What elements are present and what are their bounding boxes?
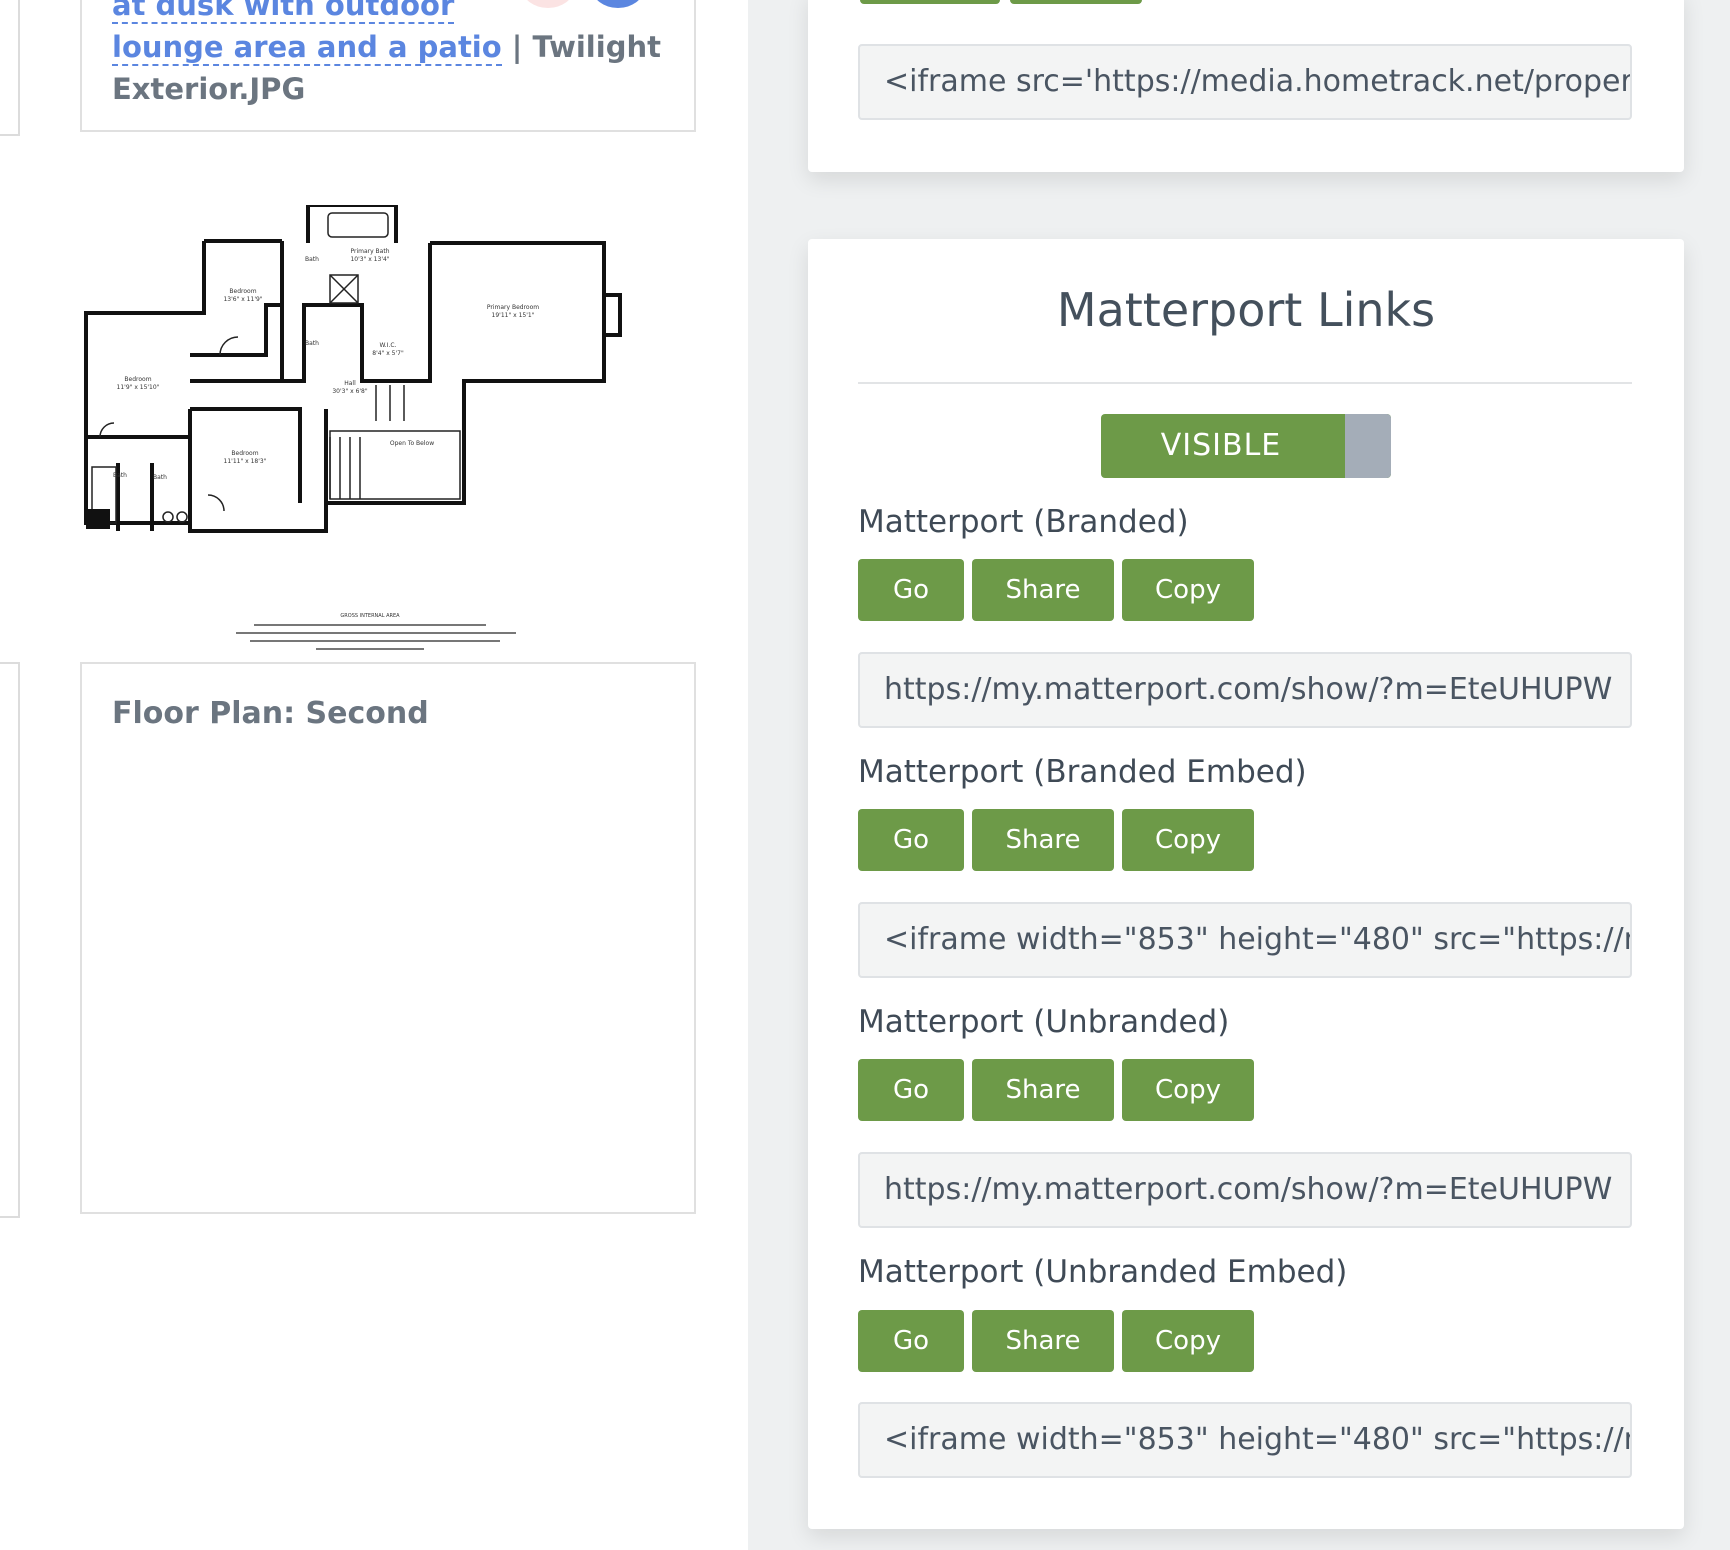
action-button[interactable] xyxy=(1010,0,1142,4)
link-field[interactable]: https://my.matterport.com/show/?m=EteUHU… xyxy=(858,652,1632,728)
photo-gallery-pane: at dusk with outdoor lounge area and a p… xyxy=(0,0,748,1550)
section-label: Matterport (Unbranded Embed) xyxy=(858,1254,1348,1290)
svg-text:Open To Below: Open To Below xyxy=(390,440,434,447)
go-button[interactable]: Go xyxy=(858,809,964,871)
toggle-knob[interactable] xyxy=(1345,414,1391,478)
svg-text:W.I.C.: W.I.C. xyxy=(380,342,397,349)
svg-text:Bedroom: Bedroom xyxy=(229,288,256,295)
floor-plan-title: Floor Plan: Second xyxy=(112,696,429,731)
divider xyxy=(858,382,1632,384)
visibility-toggle[interactable]: VISIBLE xyxy=(1101,414,1391,478)
share-button[interactable]: Share xyxy=(972,1310,1114,1372)
svg-text:19'11" x 15'1": 19'11" x 15'1" xyxy=(492,312,535,319)
svg-text:30'3" x 6'8": 30'3" x 6'8" xyxy=(332,388,368,395)
photo-link[interactable]: lounge area and a patio xyxy=(112,30,502,66)
gallery-card-edge xyxy=(0,662,20,1218)
section-label: Matterport (Branded) xyxy=(858,504,1189,540)
embed-code-field[interactable]: <iframe width="853" height="480" src="ht… xyxy=(858,902,1632,978)
go-button[interactable]: Go xyxy=(858,1059,964,1121)
embed-card: <iframe src='https://media.hometrack.net… xyxy=(808,0,1684,172)
svg-text:8'4" x 5'7": 8'4" x 5'7" xyxy=(372,350,404,357)
copy-button[interactable]: Copy xyxy=(1122,1059,1254,1121)
svg-text:Hall: Hall xyxy=(344,380,356,387)
share-button[interactable]: Share xyxy=(972,559,1114,621)
photo-link[interactable]: at dusk with outdoor xyxy=(112,0,455,24)
svg-text:Bath: Bath xyxy=(305,256,319,263)
svg-text:13'6" x 11'9": 13'6" x 11'9" xyxy=(223,296,262,303)
svg-text:Primary Bedroom: Primary Bedroom xyxy=(487,304,539,311)
section-label: Matterport (Unbranded) xyxy=(858,1004,1230,1040)
go-button[interactable]: Go xyxy=(858,1310,964,1372)
section-label: Matterport (Branded Embed) xyxy=(858,754,1307,790)
share-button[interactable]: Share xyxy=(972,1059,1114,1121)
svg-text:10'3" x 13'4": 10'3" x 13'4" xyxy=(350,256,389,263)
copy-button[interactable]: Copy xyxy=(1122,559,1254,621)
svg-text:Bath: Bath xyxy=(305,340,319,347)
svg-text:Bath: Bath xyxy=(113,472,127,479)
svg-text:11'9" x 15'10": 11'9" x 15'10" xyxy=(117,384,160,391)
svg-text:GROSS INTERNAL AREA: GROSS INTERNAL AREA xyxy=(340,613,400,619)
copy-button[interactable]: Copy xyxy=(1122,1310,1254,1372)
card-title: Matterport Links xyxy=(1056,283,1436,337)
matterport-links-card: Matterport Links VISIBLE Matterport (Bra… xyxy=(808,239,1684,1529)
svg-text:Bedroom: Bedroom xyxy=(124,376,151,383)
photo-caption: at dusk with outdoor lounge area and a p… xyxy=(112,0,672,110)
go-button[interactable]: Go xyxy=(858,559,964,621)
link-field[interactable]: https://my.matterport.com/show/?m=EteUHU… xyxy=(858,1152,1632,1228)
svg-text:Bath: Bath xyxy=(153,474,167,481)
svg-text:Primary Bath: Primary Bath xyxy=(350,248,389,255)
photo-caption-card: at dusk with outdoor lounge area and a p… xyxy=(80,0,696,132)
share-button[interactable]: Share xyxy=(972,809,1114,871)
svg-text:11'11" x 18'3": 11'11" x 18'3" xyxy=(224,458,267,465)
svg-text:Bedroom: Bedroom xyxy=(231,450,258,457)
copy-button[interactable]: Copy xyxy=(1122,809,1254,871)
floor-plan-card: Floor Plan: Second xyxy=(80,662,696,1214)
embed-code-field[interactable]: <iframe width="853" height="480" src="ht… xyxy=(858,1402,1632,1478)
embed-code-field[interactable]: <iframe src='https://media.hometrack.net… xyxy=(858,44,1632,120)
gallery-card-edge xyxy=(0,0,20,136)
action-button[interactable] xyxy=(860,0,1000,4)
floor-plan-image[interactable]: Primary Bath 10'3" x 13'4" Bedroom 13'6"… xyxy=(80,205,696,655)
